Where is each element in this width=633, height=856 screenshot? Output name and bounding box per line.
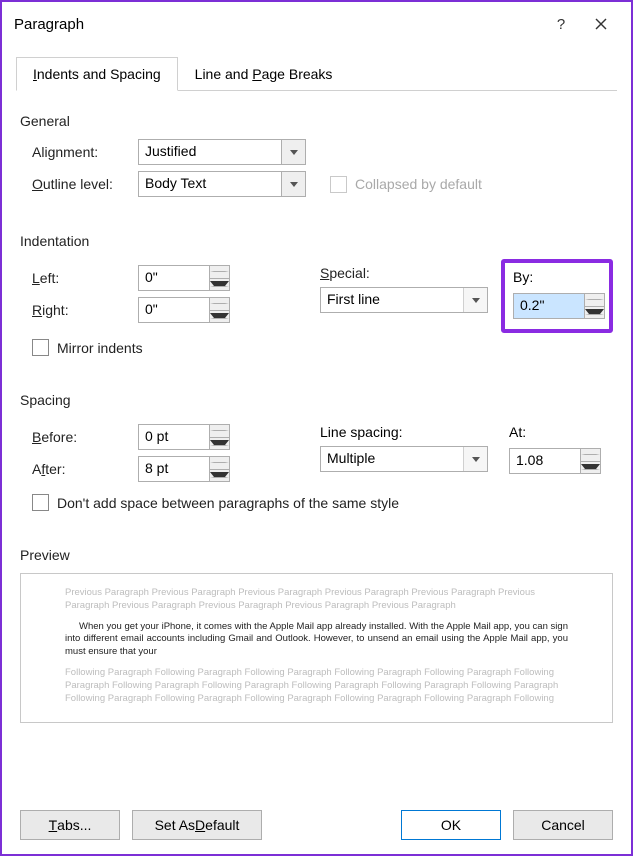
by-value[interactable]: 0.2" bbox=[514, 294, 584, 318]
indent-left-value[interactable]: 0" bbox=[139, 266, 209, 290]
line-spacing-value: Multiple bbox=[321, 447, 463, 471]
alignment-value: Justified bbox=[139, 140, 281, 164]
at-label: At: bbox=[509, 424, 605, 440]
dont-add-space-label: Don't add space between paragraphs of th… bbox=[57, 495, 399, 511]
alignment-combo[interactable]: Justified bbox=[138, 139, 306, 165]
preview-previous-text: Previous Paragraph Previous Paragraph Pr… bbox=[65, 587, 568, 613]
tab-indents-spacing[interactable]: Indents and Spacing bbox=[16, 57, 178, 91]
set-as-default-button[interactable]: Set As Default bbox=[132, 810, 262, 840]
preview-sample-text: When you get your iPhone, it comes with … bbox=[65, 621, 568, 659]
spinner-up-icon[interactable] bbox=[210, 266, 229, 279]
section-preview: Preview bbox=[20, 547, 613, 563]
ok-button[interactable]: OK bbox=[401, 810, 501, 840]
collapsed-label: Collapsed by default bbox=[355, 176, 482, 192]
chevron-down-icon[interactable] bbox=[281, 172, 305, 196]
section-spacing: Spacing bbox=[20, 392, 613, 408]
preview-box: Previous Paragraph Previous Paragraph Pr… bbox=[20, 573, 613, 723]
by-spinner[interactable]: 0.2" bbox=[513, 293, 605, 319]
section-indentation: Indentation bbox=[20, 233, 613, 249]
line-spacing-label: Line spacing: bbox=[320, 424, 403, 440]
after-value[interactable]: 8 pt bbox=[139, 457, 209, 481]
dont-add-space-checkbox[interactable] bbox=[32, 494, 49, 511]
indent-right-value[interactable]: 0" bbox=[139, 298, 209, 322]
before-spinner[interactable]: 0 pt bbox=[138, 424, 230, 450]
before-value[interactable]: 0 pt bbox=[139, 425, 209, 449]
titlebar: Paragraph ? bbox=[2, 2, 631, 42]
dialog-title: Paragraph bbox=[14, 16, 541, 33]
tab-strip: Indents and Spacing Line and Page Breaks bbox=[16, 56, 617, 91]
spinner-down-icon[interactable] bbox=[581, 462, 600, 474]
spinner-up-icon[interactable] bbox=[581, 449, 600, 462]
section-general: General bbox=[20, 113, 613, 129]
cancel-button[interactable]: Cancel bbox=[513, 810, 613, 840]
line-spacing-combo[interactable]: Multiple bbox=[320, 446, 488, 472]
tab-line-page-breaks[interactable]: Line and Page Breaks bbox=[178, 57, 350, 91]
spinner-down-icon[interactable] bbox=[210, 470, 229, 482]
chevron-down-icon[interactable] bbox=[463, 288, 487, 312]
special-value: First line bbox=[321, 288, 463, 312]
before-label: Before: bbox=[32, 429, 138, 445]
chevron-down-icon[interactable] bbox=[281, 140, 305, 164]
preview-following-text: Following Paragraph Following Paragraph … bbox=[65, 667, 568, 705]
spinner-up-icon[interactable] bbox=[210, 298, 229, 311]
dialog-footer: Tabs... Set As Default OK Cancel bbox=[20, 810, 613, 840]
special-label: Special: bbox=[320, 265, 400, 281]
indent-left-label: Left: bbox=[32, 270, 138, 286]
outline-level-label: Outline level: bbox=[32, 176, 138, 192]
spinner-down-icon[interactable] bbox=[585, 307, 604, 319]
spinner-down-icon[interactable] bbox=[210, 311, 229, 323]
at-value[interactable]: 1.08 bbox=[510, 449, 580, 473]
spinner-up-icon[interactable] bbox=[210, 425, 229, 438]
mirror-indents-checkbox[interactable] bbox=[32, 339, 49, 356]
chevron-down-icon[interactable] bbox=[463, 447, 487, 471]
spinner-down-icon[interactable] bbox=[210, 438, 229, 450]
indent-left-spinner[interactable]: 0" bbox=[138, 265, 230, 291]
indent-right-label: Right: bbox=[32, 302, 138, 318]
spinner-down-icon[interactable] bbox=[210, 279, 229, 291]
alignment-label: Alignment: bbox=[32, 144, 138, 160]
spinner-up-icon[interactable] bbox=[585, 294, 604, 307]
special-combo[interactable]: First line bbox=[320, 287, 488, 313]
collapsed-checkbox bbox=[330, 176, 347, 193]
mirror-indents-label: Mirror indents bbox=[57, 340, 143, 356]
help-button[interactable]: ? bbox=[541, 10, 581, 38]
by-highlight: By: 0.2" bbox=[501, 259, 613, 333]
outline-level-combo[interactable]: Body Text bbox=[138, 171, 306, 197]
tabs-button[interactable]: Tabs... bbox=[20, 810, 120, 840]
at-spinner[interactable]: 1.08 bbox=[509, 448, 601, 474]
by-label: By: bbox=[513, 269, 601, 285]
outline-level-value: Body Text bbox=[139, 172, 281, 196]
close-button[interactable] bbox=[581, 10, 621, 38]
indent-right-spinner[interactable]: 0" bbox=[138, 297, 230, 323]
after-spinner[interactable]: 8 pt bbox=[138, 456, 230, 482]
spinner-up-icon[interactable] bbox=[210, 457, 229, 470]
after-label: After: bbox=[32, 461, 138, 477]
